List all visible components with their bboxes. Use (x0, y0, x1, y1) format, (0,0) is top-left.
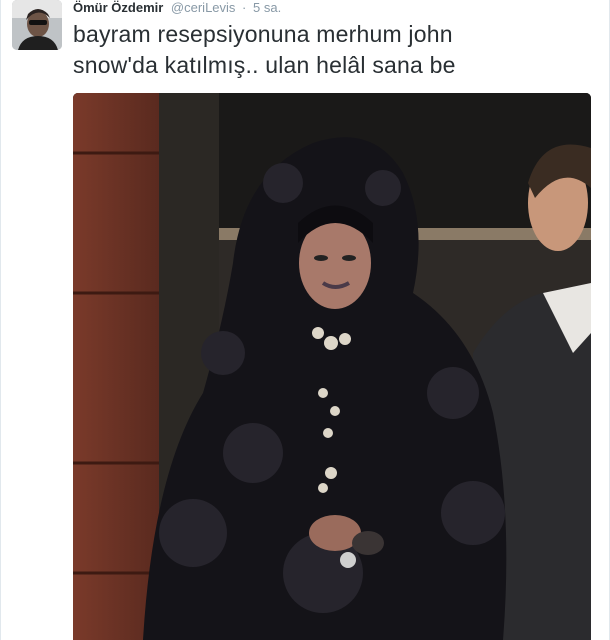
tweet-text-line: bayram resepsiyonuna merhum john (73, 21, 453, 47)
photo-media-icon (73, 93, 591, 640)
author-handle[interactable]: @ceriLevis (171, 0, 236, 15)
separator: · (242, 0, 247, 15)
tweet-text-line: snow'da katılmış.. ulan helâl sana be (73, 52, 456, 78)
tweet-header: Ömür Özdemir @ceriLevis · 5 sa. (73, 0, 281, 16)
tweet-card[interactable]: Ömür Özdemir @ceriLevis · 5 sa. bayram r… (0, 0, 610, 640)
timestamp[interactable]: 5 sa. (253, 0, 281, 15)
avatar[interactable] (12, 0, 62, 50)
tweet-photo[interactable] (73, 93, 591, 640)
tweet-text: bayram resepsiyonuna merhum john snow'da… (73, 19, 593, 81)
user-avatar-icon (12, 0, 62, 50)
author-name[interactable]: Ömür Özdemir (73, 0, 163, 15)
